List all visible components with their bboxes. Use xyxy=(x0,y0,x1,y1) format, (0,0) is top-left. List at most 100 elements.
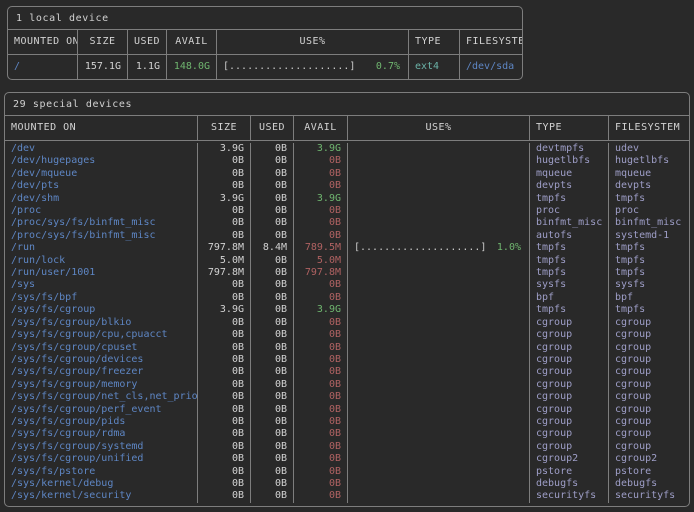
mount-point: / xyxy=(8,55,77,79)
type-value: cgroup xyxy=(529,391,608,403)
type-value: tmpfs xyxy=(529,193,608,205)
filesystem-value: cgroup xyxy=(608,404,689,416)
table-row: /sys/fs/bpf0B0B0Bbpfbpf xyxy=(5,292,689,304)
special-devices-table: 29 special devices MOUNTED ON SIZE USED … xyxy=(4,92,690,507)
size-value: 0B xyxy=(197,354,250,366)
usage-cell xyxy=(347,180,529,192)
used-value: 0B xyxy=(250,478,293,490)
usage-cell xyxy=(347,441,529,453)
type-value: cgroup xyxy=(529,354,608,366)
usage-cell xyxy=(347,279,529,291)
filesystem-value: udev xyxy=(608,143,689,155)
filesystem-value: tmpfs xyxy=(608,193,689,205)
avail-value: 0B xyxy=(293,317,347,329)
mount-point: /sys/kernel/security xyxy=(5,490,197,502)
used-value: 0B xyxy=(250,453,293,465)
size-value: 0B xyxy=(197,180,250,192)
size-value: 0B xyxy=(197,205,250,217)
mount-point: /proc/sys/fs/binfmt_misc xyxy=(5,217,197,229)
mount-point: /sys/fs/bpf xyxy=(5,292,197,304)
usage-cell xyxy=(347,292,529,304)
used-value: 0B xyxy=(250,366,293,378)
used-value: 0B xyxy=(250,379,293,391)
table-row: /dev/pts0B0B0Bdevptsdevpts xyxy=(5,180,689,192)
avail-value: 0B xyxy=(293,354,347,366)
table-row: /sys/fs/cgroup/blkio0B0B0Bcgroupcgroup xyxy=(5,317,689,329)
used-value: 0B xyxy=(250,329,293,341)
avail-value: 0B xyxy=(293,441,347,453)
table-row: /dev/mqueue0B0B0Bmqueuemqueue xyxy=(5,168,689,180)
size-value: 0B xyxy=(197,292,250,304)
type-value: cgroup xyxy=(529,416,608,428)
mount-point: /sys/fs/cgroup/cpu,cpuacct xyxy=(5,329,197,341)
size-value: 797.8M xyxy=(197,242,250,254)
avail-value: 5.0M xyxy=(293,255,347,267)
avail-value: 148.0G xyxy=(166,55,216,79)
usage-cell xyxy=(347,428,529,440)
mount-point: /sys/fs/cgroup/cpuset xyxy=(5,342,197,354)
table-row: /run/lock5.0M0B5.0Mtmpfstmpfs xyxy=(5,255,689,267)
type-value: devpts xyxy=(529,180,608,192)
mount-point: /sys/fs/cgroup/devices xyxy=(5,354,197,366)
col-header-used: USED xyxy=(250,116,293,140)
usage-cell xyxy=(347,329,529,341)
size-value: 0B xyxy=(197,279,250,291)
size-value: 3.9G xyxy=(197,143,250,155)
size-value: 0B xyxy=(197,379,250,391)
mount-point: /dev/hugepages xyxy=(5,155,197,167)
size-value: 0B xyxy=(197,342,250,354)
avail-value: 0B xyxy=(293,428,347,440)
used-value: 0B xyxy=(250,205,293,217)
usage-cell xyxy=(347,354,529,366)
type-value: pstore xyxy=(529,466,608,478)
used-value: 0B xyxy=(250,391,293,403)
table-row: /sys/kernel/security0B0B0Bsecurityfssecu… xyxy=(5,490,689,502)
type-value: mqueue xyxy=(529,168,608,180)
used-value: 0B xyxy=(250,230,293,242)
usage-cell xyxy=(347,404,529,416)
filesystem-value: sysfs xyxy=(608,279,689,291)
avail-value: 0B xyxy=(293,416,347,428)
size-value: 157.1G xyxy=(77,55,127,79)
usage-cell xyxy=(347,255,529,267)
mount-point: /sys/kernel/debug xyxy=(5,478,197,490)
filesystem-value: debugfs xyxy=(608,478,689,490)
used-value: 0B xyxy=(250,292,293,304)
used-value: 0B xyxy=(250,143,293,155)
mount-point: /sys/fs/cgroup xyxy=(5,304,197,316)
filesystem-value: mqueue xyxy=(608,168,689,180)
filesystem-value: /dev/sda xyxy=(459,55,522,79)
used-value: 0B xyxy=(250,490,293,502)
table-row: /sys/fs/cgroup/cpuset0B0B0Bcgroupcgroup xyxy=(5,342,689,354)
mount-point: /sys/fs/cgroup/memory xyxy=(5,379,197,391)
type-value: bpf xyxy=(529,292,608,304)
avail-value: 0B xyxy=(293,292,347,304)
avail-value: 0B xyxy=(293,205,347,217)
usage-cell xyxy=(347,193,529,205)
usage-cell: [....................]0.7% xyxy=(216,55,408,79)
mount-point: /dev/pts xyxy=(5,180,197,192)
mount-point: /sys/fs/cgroup/freezer xyxy=(5,366,197,378)
size-value: 0B xyxy=(197,329,250,341)
usage-bar: [....................] xyxy=(223,55,355,79)
usage-cell xyxy=(347,478,529,490)
avail-value: 3.9G xyxy=(293,304,347,316)
size-value: 0B xyxy=(197,428,250,440)
table-row: /run797.8M8.4M789.5M[...................… xyxy=(5,242,689,254)
usage-bar: [....................] xyxy=(354,242,486,254)
type-value: devtmpfs xyxy=(529,143,608,155)
avail-value: 0B xyxy=(293,466,347,478)
table-row: /sys/fs/pstore0B0B0Bpstorepstore xyxy=(5,466,689,478)
type-value: cgroup xyxy=(529,379,608,391)
filesystem-value: hugetlbfs xyxy=(608,155,689,167)
used-value: 0B xyxy=(250,342,293,354)
table-row: /sys/fs/cgroup3.9G0B3.9Gtmpfstmpfs xyxy=(5,304,689,316)
avail-value: 0B xyxy=(293,279,347,291)
type-value: proc xyxy=(529,205,608,217)
size-value: 3.9G xyxy=(197,193,250,205)
filesystem-value: securityfs xyxy=(608,490,689,502)
col-header-mounted-on: MOUNTED ON xyxy=(8,30,77,54)
usage-cell xyxy=(347,205,529,217)
usage-cell xyxy=(347,230,529,242)
usage-percent: 1.0% xyxy=(497,242,521,254)
